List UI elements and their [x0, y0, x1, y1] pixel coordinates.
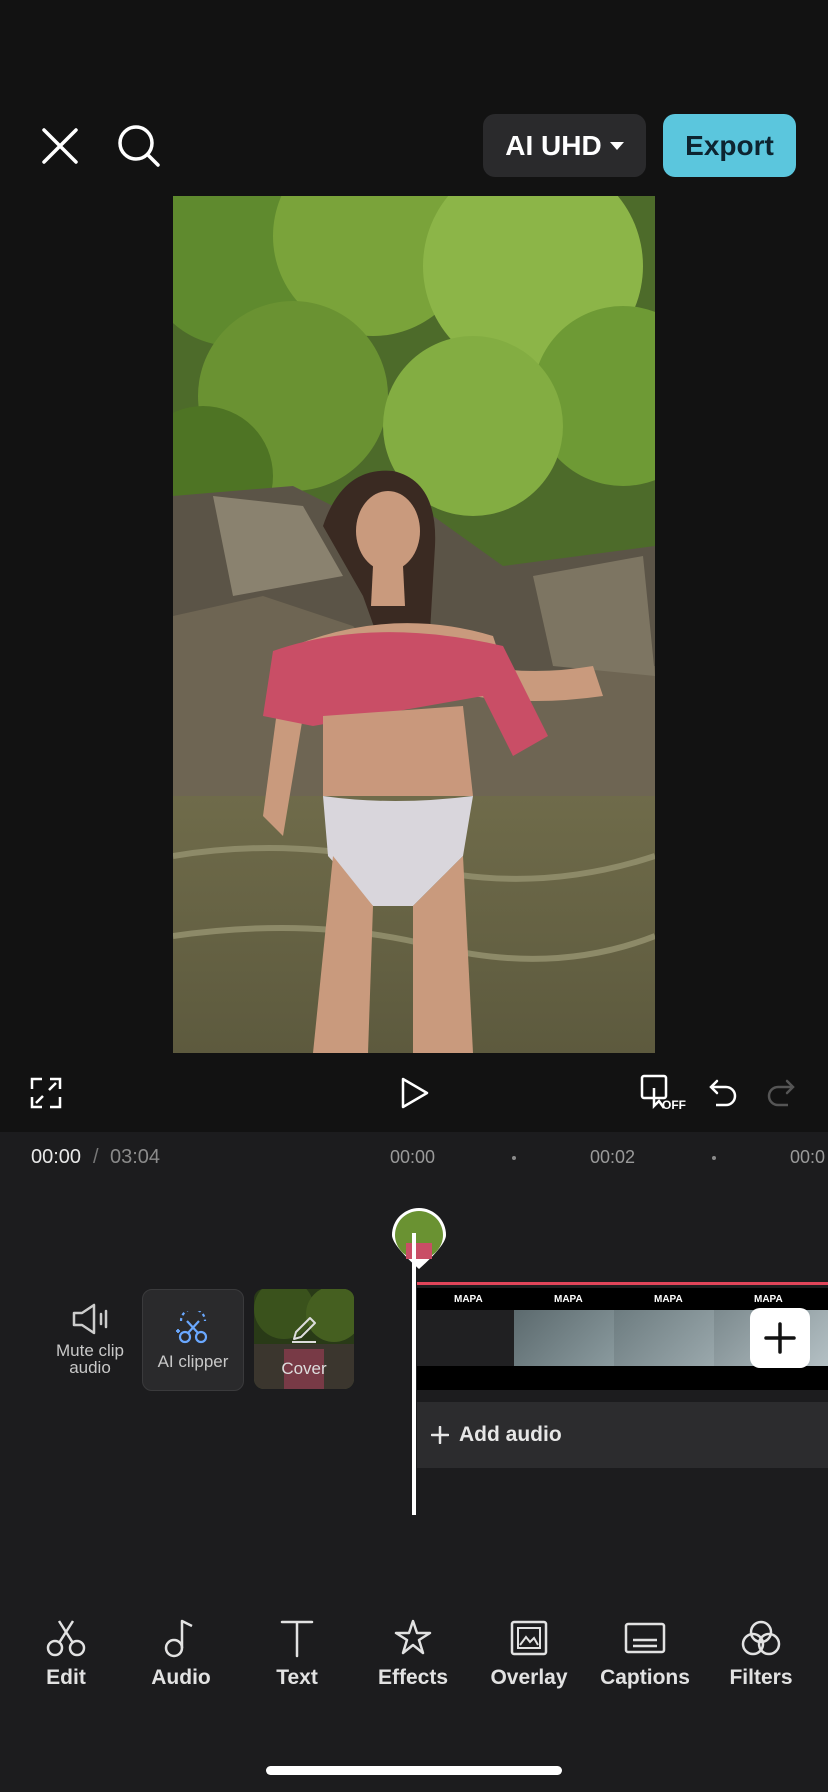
add-audio-button[interactable]: Add audio — [417, 1402, 828, 1468]
ai-clipper-icon — [176, 1310, 208, 1343]
clip-frame — [614, 1310, 714, 1366]
time-separator: / — [93, 1146, 99, 1168]
ruler-tick-label: 00:00 — [390, 1147, 436, 1167]
total-duration: 03:04 — [110, 1146, 161, 1168]
fullscreen-button[interactable] — [30, 1077, 62, 1114]
quality-dropdown[interactable]: AI UHD — [483, 114, 646, 177]
export-button[interactable]: Export — [663, 114, 796, 177]
keyframe-toggle-button[interactable]: OFF — [640, 1074, 688, 1114]
video-frame-image — [173, 196, 655, 1053]
redo-button[interactable] — [766, 1077, 796, 1112]
thumbnail-pin-icon — [392, 1208, 446, 1269]
current-time: 00:00 — [31, 1146, 82, 1168]
clip-segment-label: MAPA — [654, 1294, 683, 1305]
nav-captions-label: Captions — [600, 1666, 690, 1689]
filters-icon — [741, 1620, 781, 1656]
ai-clipper-label: AI clipper — [157, 1351, 229, 1371]
plus-icon — [764, 1322, 796, 1354]
video-preview[interactable] — [173, 196, 655, 1053]
nav-text-label: Text — [276, 1666, 318, 1689]
nav-edit-label: Edit — [46, 1666, 86, 1689]
nav-audio[interactable]: Audio — [131, 1618, 231, 1690]
close-icon — [42, 128, 78, 164]
nav-text[interactable]: Text — [247, 1618, 347, 1690]
cover-button[interactable]: Cover — [254, 1289, 354, 1389]
clip-segment-label: MAPA — [754, 1294, 783, 1305]
cover-label: Cover — [281, 1359, 327, 1378]
speaker-icon — [72, 1303, 108, 1335]
undo-button[interactable] — [708, 1077, 738, 1112]
ruler-dot — [512, 1156, 516, 1160]
clip-segment-label: MAPA — [554, 1294, 583, 1305]
nav-overlay-label: Overlay — [490, 1666, 568, 1689]
nav-audio-label: Audio — [151, 1666, 211, 1689]
plus-icon — [431, 1426, 449, 1444]
fullscreen-icon — [30, 1077, 62, 1109]
clip-thumbnail-marker[interactable] — [388, 1205, 450, 1271]
play-button[interactable] — [400, 1077, 430, 1114]
scissors-icon — [46, 1620, 86, 1657]
clip-segment-label: MAPA — [454, 1294, 483, 1305]
captions-icon — [624, 1622, 666, 1654]
chevron-down-icon — [609, 141, 624, 150]
nav-edit[interactable]: Edit — [16, 1618, 116, 1690]
play-icon — [401, 1077, 429, 1109]
search-button[interactable] — [116, 123, 162, 169]
quality-label: AI UHD — [505, 129, 602, 161]
nav-effects[interactable]: Effects — [363, 1618, 463, 1690]
close-button[interactable] — [40, 126, 80, 166]
clip-frame — [514, 1310, 614, 1366]
music-note-icon — [164, 1619, 193, 1658]
playhead[interactable] — [412, 1233, 416, 1515]
mute-clip-audio-button[interactable]: Mute clip audio — [40, 1289, 140, 1389]
search-icon — [118, 125, 160, 167]
nav-overlay[interactable]: Overlay — [479, 1618, 579, 1690]
clip-selection-line — [417, 1282, 828, 1285]
home-indicator[interactable] — [266, 1766, 562, 1775]
text-icon — [280, 1620, 314, 1658]
overlay-icon — [510, 1620, 548, 1656]
redo-icon — [767, 1079, 795, 1107]
undo-icon — [709, 1079, 737, 1107]
pencil-icon — [292, 1317, 316, 1343]
ruler-tick-label: 00:02 — [590, 1147, 636, 1167]
mute-clip-audio-label: Mute clip audio — [55, 1341, 125, 1377]
export-label: Export — [685, 129, 774, 161]
add-clip-button[interactable] — [750, 1308, 810, 1368]
add-audio-label: Add audio — [459, 1423, 562, 1446]
clip-frame — [417, 1310, 514, 1366]
nav-filters[interactable]: Filters — [711, 1618, 811, 1690]
ruler-tick-label: 00:0 — [790, 1147, 826, 1167]
nav-effects-label: Effects — [377, 1666, 449, 1689]
sparkle-icon — [394, 1619, 432, 1655]
ruler-dot — [712, 1156, 716, 1160]
nav-captions[interactable]: Captions — [595, 1618, 695, 1690]
nav-filters-label: Filters — [729, 1666, 793, 1689]
ai-clipper-button[interactable]: AI clipper — [142, 1289, 244, 1391]
keyframe-off-badge: OFF — [662, 1098, 686, 1112]
